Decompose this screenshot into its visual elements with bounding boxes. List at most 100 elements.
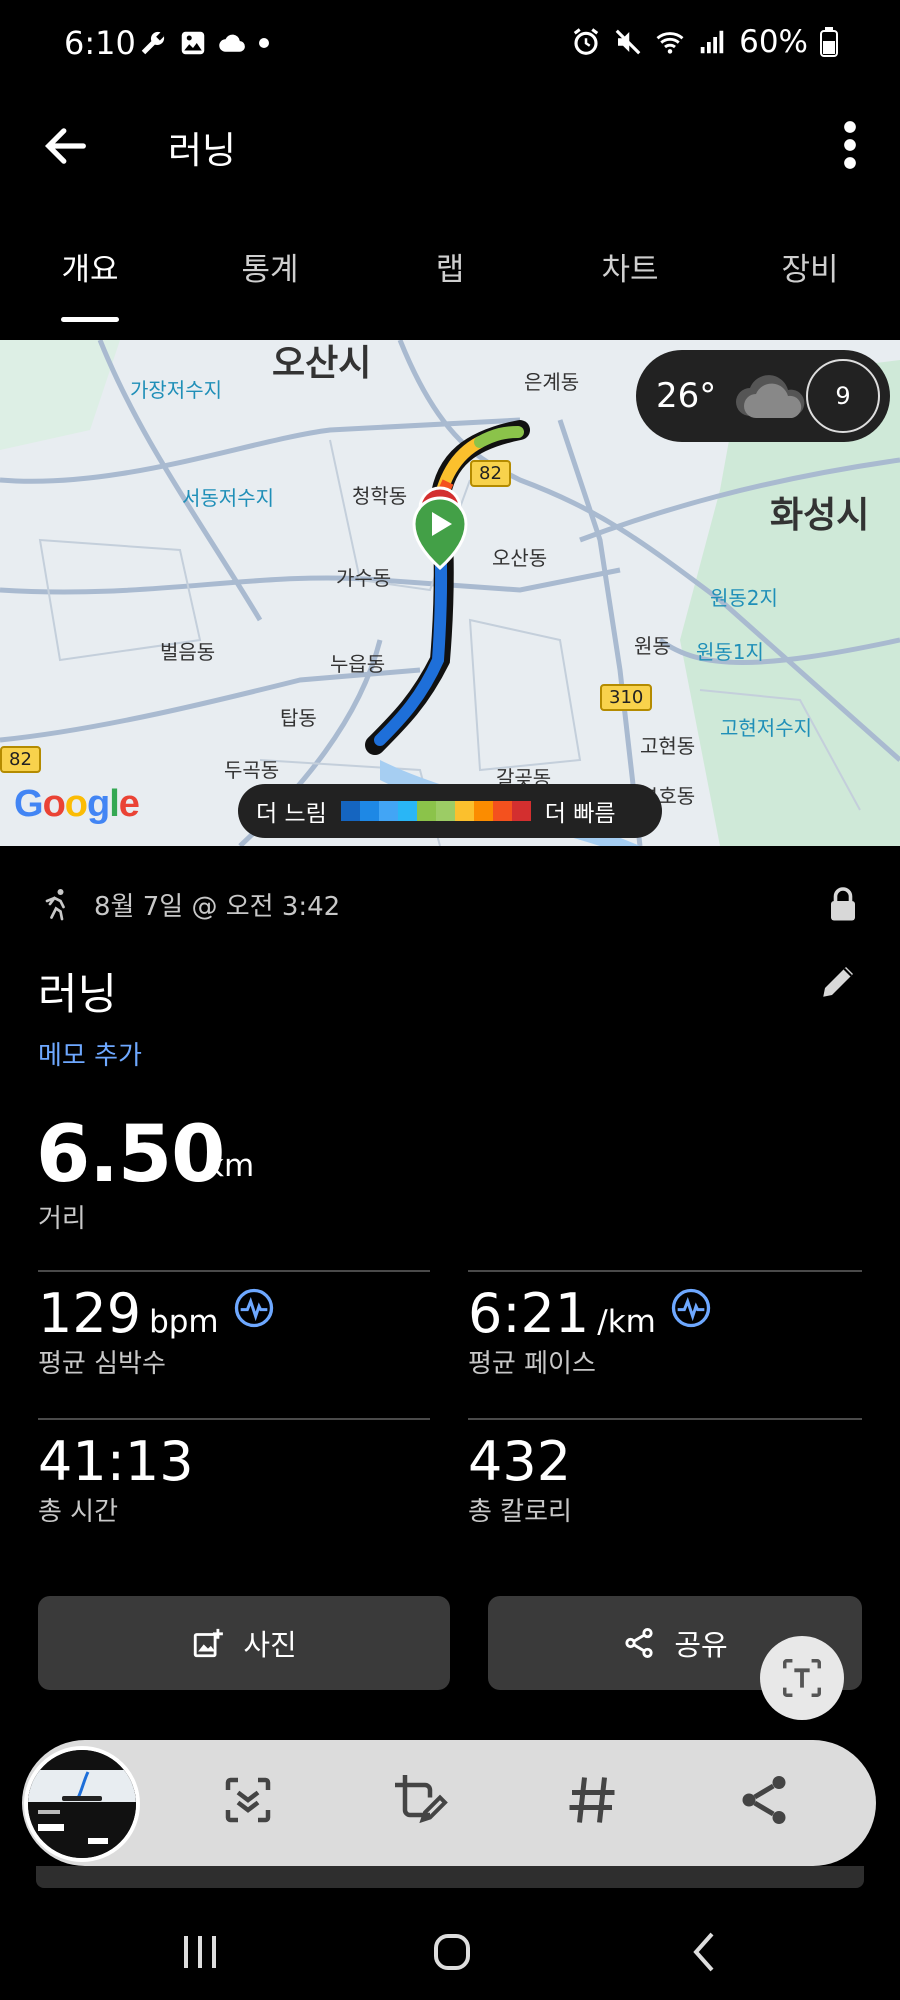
pace-color-swatch [378, 801, 398, 821]
map-label-cheonghak: 청학동 [352, 484, 408, 508]
screenshot-thumbnail[interactable] [24, 1746, 140, 1862]
recent-apps-icon[interactable] [176, 1928, 224, 1976]
pace-color-swatch [492, 801, 512, 821]
pace-color-swatch [454, 801, 474, 821]
scroll-capture-icon[interactable] [218, 1770, 278, 1830]
map-label-wondong-1ji: 원동1지 [696, 640, 764, 664]
battery-percent: 60% [739, 24, 808, 60]
cloud-icon [219, 34, 245, 52]
pace-color-scale [340, 801, 531, 821]
stat-unit: bpm [149, 1304, 219, 1340]
alarm-icon [573, 28, 599, 55]
share-icon [625, 1627, 653, 1659]
map-label-gohyeon-reservoir: 고현저수지 [720, 716, 812, 740]
map-label-wondong: 원동 [634, 634, 671, 658]
app-title: 러닝 [168, 129, 237, 172]
stat-label: 평균 심박수 [38, 1349, 166, 1379]
add-memo-link[interactable]: 메모 추가 [38, 1035, 142, 1072]
add-photo-icon [194, 1628, 224, 1658]
text-extract-icon [783, 1659, 821, 1697]
tab-laps[interactable]: 랩 [360, 232, 540, 322]
route-map[interactable]: 오산시 화성시 가장저수지 서동저수지 은계동 청학동 가수동 오산동 원동2지… [0, 340, 900, 846]
system-navigation-bar [0, 1888, 900, 2000]
tab-equipment[interactable]: 장비 [720, 232, 900, 322]
wrench-icon [141, 31, 165, 55]
map-label-dugok: 두곡동 [224, 758, 280, 782]
stat-total-time: 41:13 총 시간 [38, 1430, 194, 1528]
wifi-icon [656, 32, 684, 54]
stat-label: 총 시간 [38, 1497, 119, 1527]
hashtag-icon[interactable] [562, 1770, 622, 1830]
stat-value: 432 [468, 1430, 572, 1493]
map-label-osan: 오산시 [272, 343, 372, 384]
google-logo: Google [14, 783, 140, 825]
stat-divider [38, 1418, 430, 1420]
dot-icon [259, 38, 269, 48]
running-icon [45, 889, 65, 921]
partially-hidden-card [36, 1866, 864, 1888]
map-label-wondong-2ji: 원동2지 [710, 586, 778, 610]
map-label-gajang-reservoir: 가장저수지 [130, 378, 222, 402]
stat-divider [468, 1270, 862, 1272]
home-icon[interactable] [428, 1928, 476, 1976]
pace-legend: 더 느림 더 빠름 [238, 784, 662, 838]
road-badge-310: 310 [600, 684, 653, 711]
map-label-eungye: 은계동 [524, 370, 580, 394]
gallery-icon [181, 31, 205, 55]
photo-button-label: 사진 [243, 1628, 297, 1662]
tab-bar: 개요 통계 랩 차트 장비 [0, 232, 900, 322]
map-label-beoleum: 벌음동 [160, 640, 216, 664]
pace-color-swatch [359, 801, 379, 821]
activity-datetime: 8월 7일 @ 오전 3:42 [94, 891, 341, 922]
distance-unit: km [206, 1148, 255, 1184]
crop-edit-icon[interactable] [390, 1770, 450, 1830]
pace-color-swatch [416, 801, 436, 821]
mute-icon [615, 29, 641, 55]
pace-color-swatch [473, 801, 493, 821]
weather-temperature: 26° [656, 376, 717, 416]
text-extract-button[interactable] [760, 1636, 844, 1720]
road-badge-82: 82 [470, 460, 511, 487]
stat-value: 129 [38, 1282, 142, 1345]
photo-button[interactable]: 사진 [38, 1596, 450, 1690]
map-label-osan-dong: 오산동 [492, 546, 548, 570]
more-options-icon[interactable] [830, 118, 870, 172]
toolbar-share-icon[interactable] [734, 1770, 794, 1830]
uv-index-value: 9 [835, 382, 851, 410]
stat-unit: /km [597, 1304, 656, 1340]
signal-icon [700, 30, 724, 54]
heart-rate-wave-icon[interactable] [234, 1288, 274, 1328]
stat-divider [38, 1270, 430, 1272]
map-label-gasu: 가수동 [336, 566, 392, 590]
map-label-tap: 탑동 [280, 706, 317, 730]
activity-title: 러닝 [38, 970, 118, 1020]
app-bar: 러닝 [0, 100, 900, 190]
tab-overview[interactable]: 개요 [0, 232, 180, 322]
pace-wave-icon[interactable] [671, 1288, 711, 1328]
lock-icon[interactable] [828, 886, 858, 922]
stat-value: 41:13 [38, 1430, 194, 1493]
uv-index-gauge: 9 [806, 359, 880, 433]
tab-statistics[interactable]: 통계 [180, 232, 360, 322]
tab-charts[interactable]: 차트 [540, 232, 720, 322]
map-label-nueup: 누읍동 [330, 652, 386, 676]
edit-pencil-icon[interactable] [818, 960, 860, 1002]
distance-label: 거리 [38, 1204, 86, 1234]
screenshot-preview-image [28, 1750, 136, 1858]
pace-color-swatch [397, 801, 417, 821]
nav-back-icon[interactable] [682, 1928, 730, 1976]
legend-slower-label: 더 느림 [256, 801, 327, 827]
legend-faster-label: 더 빠름 [544, 801, 616, 827]
pace-color-swatch [435, 801, 455, 821]
status-bar: 6:10 60% [0, 0, 900, 90]
map-label-hwaseong: 화성시 [770, 495, 870, 536]
battery-icon [820, 27, 838, 57]
stat-divider [468, 1418, 862, 1420]
back-arrow-icon[interactable] [40, 120, 92, 172]
stat-value: 6:21 [468, 1282, 590, 1345]
status-time: 6:10 [64, 24, 136, 62]
pace-color-swatch [340, 801, 360, 821]
share-button-label: 공유 [674, 1628, 728, 1662]
stat-avg-heart-rate[interactable]: 129 bpm 평균 심박수 [38, 1282, 274, 1380]
stat-avg-pace[interactable]: 6:21/km 평균 페이스 [468, 1282, 711, 1380]
